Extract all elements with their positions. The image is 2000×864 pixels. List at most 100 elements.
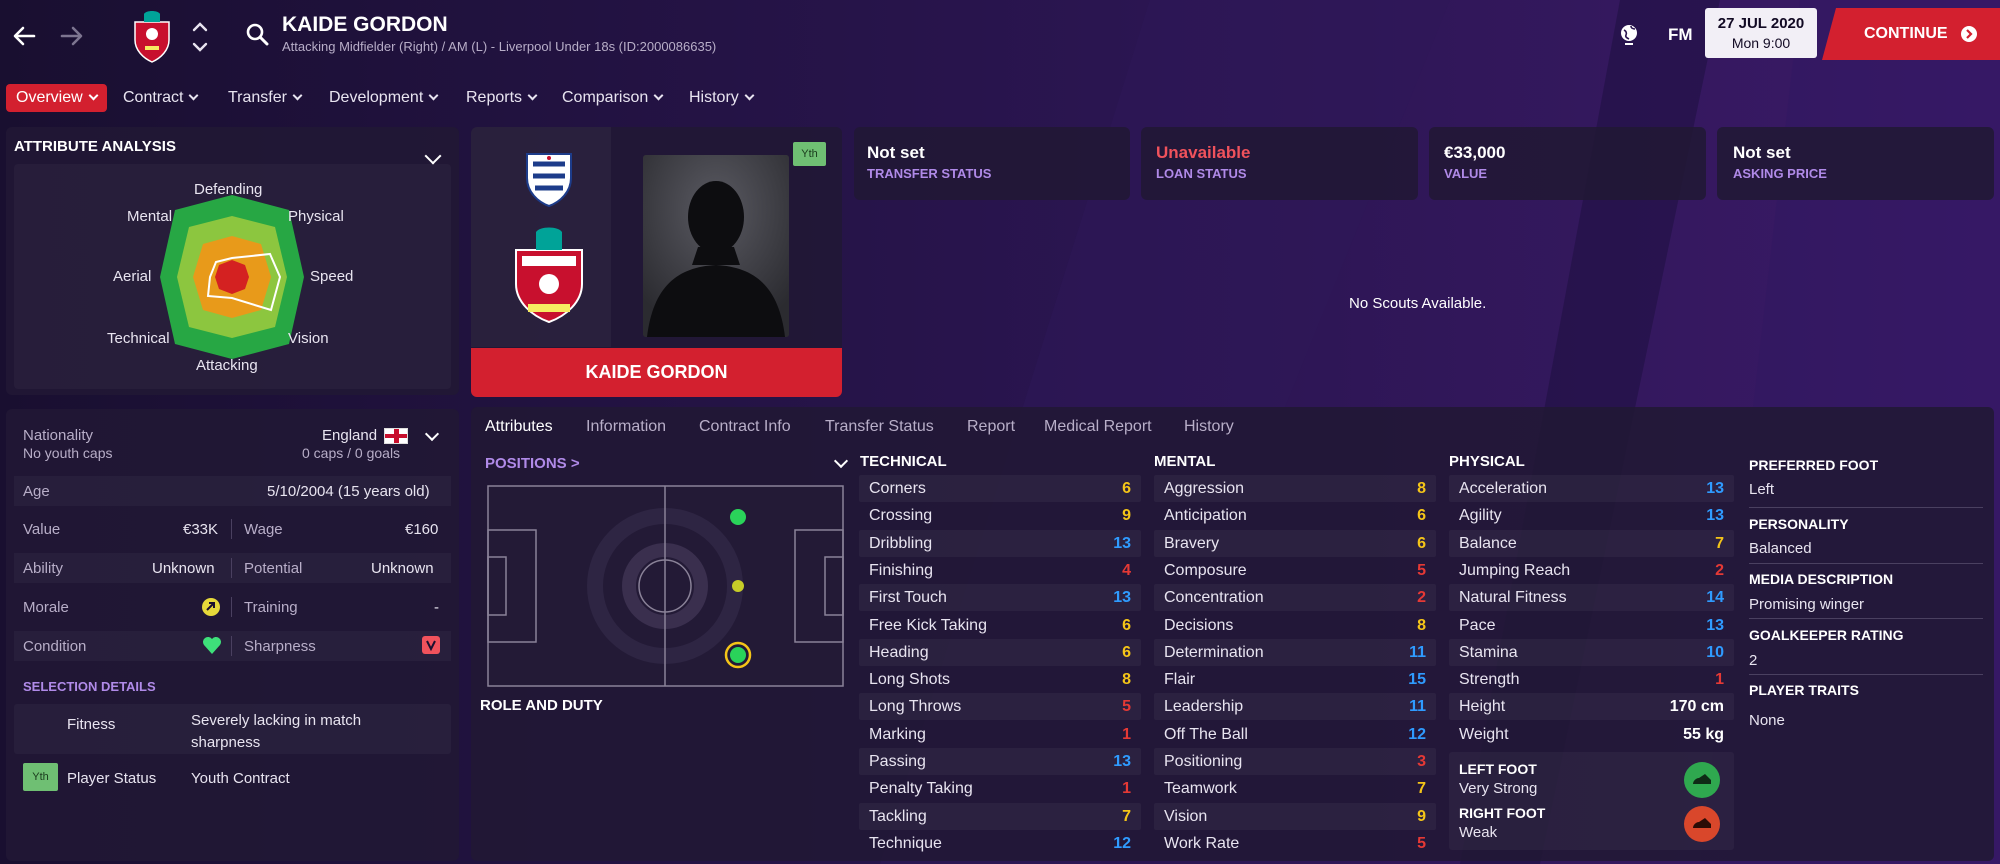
tab-history[interactable]: History	[689, 84, 755, 112]
technical-attribute-row[interactable]: Long Shots 8	[859, 666, 1141, 693]
technical-attribute-row[interactable]: Finishing 4	[859, 557, 1141, 584]
technical-attribute-row[interactable]: First Touch 13	[859, 584, 1141, 612]
technical-attribute-row[interactable]: Penalty Taking 1	[859, 775, 1141, 802]
attribute-name: Pace	[1459, 616, 1496, 634]
positions-link[interactable]: POSITIONS >	[485, 455, 580, 472]
technical-attribute-row[interactable]: Technique 12	[859, 830, 1141, 857]
tab-reports[interactable]: Reports	[466, 84, 538, 112]
tab-comparison[interactable]: Comparison	[562, 84, 664, 112]
physical-attribute-row[interactable]: Balance 7	[1449, 529, 1734, 557]
tab-transfer[interactable]: Transfer	[228, 84, 303, 112]
technical-attribute-row[interactable]: Free Kick Taking 6	[859, 612, 1141, 639]
divider	[231, 558, 232, 578]
attribute-value: 14	[1706, 589, 1724, 607]
mental-attribute-row[interactable]: Determination 11	[1154, 638, 1436, 666]
attribute-value: 55 kg	[1683, 725, 1724, 743]
player-switch-icon[interactable]	[190, 20, 210, 54]
radar-axis-label: Attacking	[196, 357, 258, 374]
subtab-report[interactable]: Report	[967, 416, 1015, 438]
physical-attribute-row[interactable]: Weight 55 kg	[1449, 721, 1734, 748]
fm-logo[interactable]: FM	[1668, 25, 1693, 45]
divider	[231, 519, 232, 539]
technical-attribute-row[interactable]: Heading 6	[859, 638, 1141, 666]
technical-attribute-row[interactable]: Corners 6	[859, 475, 1141, 502]
subtab-contract-info[interactable]: Contract Info	[699, 416, 791, 438]
mental-attribute-row[interactable]: Off The Ball 12	[1154, 721, 1436, 748]
subtab-attributes[interactable]: Attributes	[485, 416, 553, 438]
sharpness-icon[interactable]	[422, 636, 440, 654]
technical-attribute-row[interactable]: Marking 1	[859, 721, 1141, 748]
mental-attribute-row[interactable]: Positioning 3	[1154, 748, 1436, 775]
technical-attribute-row[interactable]: Crossing 9	[859, 502, 1141, 529]
mental-attribute-row[interactable]: Decisions 8	[1154, 612, 1436, 639]
radar-axis-label: Technical	[107, 330, 170, 347]
condition-heart-icon[interactable]	[202, 636, 222, 656]
role-and-duty-title: ROLE AND DUTY	[480, 697, 603, 714]
transfer-status-card[interactable]: Not set TRANSFER STATUS	[854, 127, 1130, 200]
globe-icon[interactable]	[1617, 22, 1641, 46]
mental-attribute-row[interactable]: Anticipation 6	[1154, 502, 1436, 529]
subtab-transfer-status[interactable]: Transfer Status	[825, 416, 934, 438]
attribute-name: Technique	[869, 834, 942, 852]
physical-attribute-row[interactable]: Height 170 cm	[1449, 693, 1734, 721]
attribute-name: Concentration	[1164, 589, 1264, 607]
mental-attribute-row[interactable]: Bravery 6	[1154, 529, 1436, 557]
tab-label: Development	[329, 89, 424, 106]
morale-icon[interactable]	[202, 598, 220, 616]
right-foot-value: Weak	[1459, 824, 1498, 841]
mental-attribute-row[interactable]: Leadership 11	[1154, 693, 1436, 721]
mental-attribute-row[interactable]: Work Rate 5	[1154, 830, 1436, 857]
loan-status-card[interactable]: Unavailable LOAN STATUS	[1141, 127, 1418, 200]
continue-button[interactable]: CONTINUE	[1822, 8, 2000, 60]
physical-attribute-row[interactable]: Natural Fitness 14	[1449, 584, 1734, 612]
technical-title: TECHNICAL	[860, 453, 947, 470]
nationality-value[interactable]: England	[322, 427, 377, 444]
physical-attribute-row[interactable]: Pace 13	[1449, 612, 1734, 639]
search-icon[interactable]	[245, 22, 269, 46]
subtab-information[interactable]: Information	[586, 416, 666, 438]
asking-price-card[interactable]: Not set ASKING PRICE	[1717, 127, 1994, 200]
technical-attribute-row[interactable]: Dribbling 13	[859, 529, 1141, 557]
radar-axis-label: Mental	[127, 208, 173, 225]
asking-price-value: Not set	[1733, 143, 1791, 162]
liverpool-crest-icon[interactable]	[510, 226, 588, 324]
technical-attribute-row[interactable]: Passing 13	[859, 748, 1141, 775]
attribute-value: 1	[1122, 725, 1131, 743]
physical-attribute-row[interactable]: Agility 13	[1449, 502, 1734, 529]
mental-attribute-row[interactable]: Composure 5	[1154, 557, 1436, 584]
subtab-medical-report[interactable]: Medical Report	[1044, 416, 1152, 438]
forward-arrow-icon[interactable]	[58, 22, 86, 50]
mental-attribute-row[interactable]: Concentration 2	[1154, 584, 1436, 612]
tab-overview[interactable]: Overview	[6, 84, 107, 112]
attribute-value: 9	[1122, 507, 1131, 525]
attribute-name: Dribbling	[869, 534, 933, 552]
chevron-down-icon	[292, 90, 303, 101]
transfer-status-label: TRANSFER STATUS	[867, 166, 992, 181]
mental-attribute-row[interactable]: Flair 15	[1154, 666, 1436, 693]
tab-contract[interactable]: Contract	[123, 84, 199, 112]
attribute-value: 7	[1417, 780, 1426, 798]
technical-attribute-row[interactable]: Long Throws 5	[859, 693, 1141, 721]
physical-attribute-row[interactable]: Jumping Reach 2	[1449, 557, 1734, 584]
position-dot-amc	[732, 580, 744, 592]
technical-attribute-row[interactable]: Tackling 7	[859, 802, 1141, 830]
value-card[interactable]: €33,000 VALUE	[1429, 127, 1706, 200]
physical-attribute-row[interactable]: Strength 1	[1449, 666, 1734, 693]
attribute-value: 12	[1408, 725, 1426, 743]
mental-attribute-row[interactable]: Aggression 8	[1154, 475, 1436, 502]
fitness-value-line2: sharpness	[191, 734, 261, 751]
back-arrow-icon[interactable]	[10, 22, 38, 50]
club-crest-icon[interactable]	[131, 8, 173, 64]
mental-attribute-row[interactable]: Teamwork 7	[1154, 775, 1436, 802]
physical-attribute-row[interactable]: Acceleration 13	[1449, 475, 1734, 502]
attribute-name: Composure	[1164, 561, 1247, 579]
mental-attribute-row[interactable]: Vision 9	[1154, 802, 1436, 830]
physical-attribute-row[interactable]: Stamina 10	[1449, 638, 1734, 666]
attribute-value: 11	[1409, 643, 1426, 661]
asking-price-label: ASKING PRICE	[1733, 166, 1827, 181]
tab-development[interactable]: Development	[329, 84, 439, 112]
subtab-history[interactable]: History	[1184, 416, 1234, 438]
tab-label: Comparison	[562, 89, 649, 106]
england-crest-icon[interactable]	[523, 150, 575, 210]
attribute-value: 3	[1417, 753, 1426, 770]
